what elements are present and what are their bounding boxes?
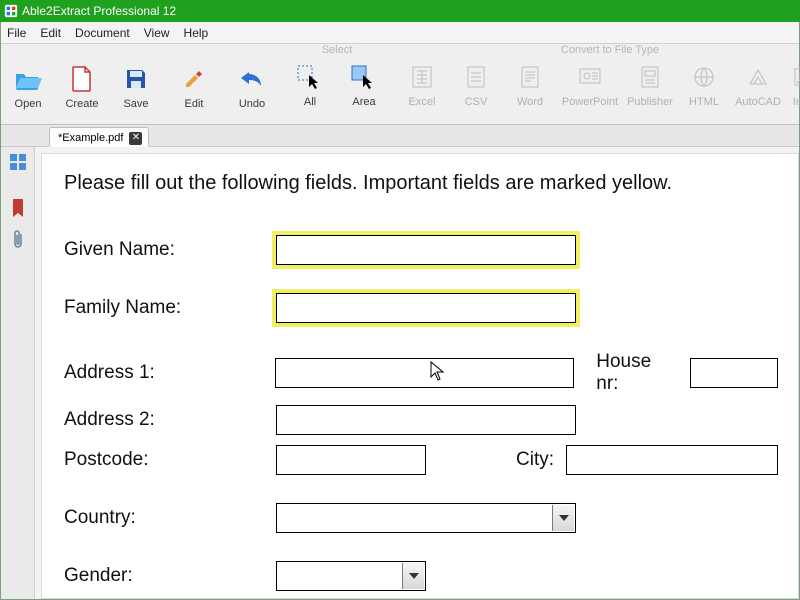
- document-tab[interactable]: *Example.pdf ✕: [49, 127, 149, 147]
- convert-group-label: Convert to File Type: [395, 44, 800, 58]
- gender-label: Gender:: [64, 565, 276, 587]
- html-button: HTML: [677, 58, 731, 120]
- image-icon: [791, 64, 800, 90]
- side-toolbar: [1, 147, 35, 599]
- title-bar: Able2Extract Professional 12: [0, 0, 800, 22]
- select-group-label: Select: [283, 44, 391, 58]
- postcode-field[interactable]: [276, 445, 426, 475]
- address1-field[interactable]: [275, 358, 574, 388]
- csv-button: CSV: [449, 58, 503, 120]
- city-field[interactable]: [566, 445, 778, 475]
- postcode-label: Postcode:: [64, 449, 276, 471]
- menu-document[interactable]: Document: [75, 26, 130, 40]
- create-button[interactable]: Create: [55, 60, 109, 122]
- save-icon: [122, 66, 150, 92]
- powerpoint-button: PowerPoint: [557, 58, 623, 120]
- form-instruction: Please fill out the following fields. Im…: [64, 172, 778, 195]
- toolbar: Open Create Save: [1, 44, 799, 125]
- publisher-icon: [636, 64, 664, 90]
- pencil-icon: [180, 66, 208, 92]
- tab-close-icon[interactable]: ✕: [129, 132, 142, 145]
- word-icon: [516, 64, 544, 90]
- chevron-down-icon: [552, 505, 574, 531]
- menu-file[interactable]: File: [7, 26, 26, 40]
- html-icon: [690, 64, 718, 90]
- country-select[interactable]: [276, 503, 576, 533]
- gender-select[interactable]: [276, 561, 426, 591]
- powerpoint-icon: [576, 64, 604, 90]
- menu-edit[interactable]: Edit: [40, 26, 61, 40]
- autocad-button: AutoCAD: [731, 58, 785, 120]
- tab-strip: *Example.pdf ✕: [1, 125, 799, 147]
- undo-icon: [238, 66, 266, 92]
- family-name-label: Family Name:: [64, 297, 276, 319]
- image-button: Imag: [785, 58, 800, 120]
- select-all-button[interactable]: All: [283, 58, 337, 120]
- excel-icon: [408, 64, 436, 90]
- address2-field[interactable]: [276, 405, 576, 435]
- open-button[interactable]: Open: [1, 60, 55, 122]
- word-button: Word: [503, 58, 557, 120]
- tab-title: *Example.pdf: [58, 132, 123, 144]
- menu-bar: File Edit Document View Help: [1, 22, 799, 44]
- undo-button[interactable]: Undo: [225, 60, 279, 122]
- house-nr-label: House nr:: [596, 351, 678, 395]
- save-button[interactable]: Save: [109, 60, 163, 122]
- menu-view[interactable]: View: [144, 26, 170, 40]
- app-title: Able2Extract Professional 12: [22, 4, 176, 18]
- house-nr-field[interactable]: [690, 358, 778, 388]
- chevron-down-icon: [402, 563, 424, 589]
- edit-button[interactable]: Edit: [167, 60, 221, 122]
- city-label: City:: [516, 449, 566, 471]
- family-name-field[interactable]: [276, 293, 576, 323]
- address1-label: Address 1:: [64, 362, 275, 384]
- menu-help[interactable]: Help: [184, 26, 209, 40]
- country-label: Country:: [64, 507, 276, 529]
- address2-label: Address 2:: [64, 409, 276, 431]
- bookmark-button[interactable]: [7, 197, 29, 219]
- folder-open-icon: [14, 66, 42, 92]
- given-name-field[interactable]: [276, 235, 576, 265]
- given-name-label: Given Name:: [64, 239, 276, 261]
- excel-button: Excel: [395, 58, 449, 120]
- select-area-button[interactable]: Area: [337, 58, 391, 120]
- attachment-button[interactable]: [7, 229, 29, 251]
- select-all-cursor-icon: [296, 64, 324, 90]
- select-area-cursor-icon: [350, 64, 378, 90]
- thumbnails-button[interactable]: [7, 151, 29, 173]
- csv-icon: [462, 64, 490, 90]
- document-page: Please fill out the following fields. Im…: [41, 153, 799, 599]
- new-doc-icon: [68, 66, 96, 92]
- autocad-icon: [744, 64, 772, 90]
- app-logo-icon: [4, 4, 18, 18]
- publisher-button: Publisher: [623, 58, 677, 120]
